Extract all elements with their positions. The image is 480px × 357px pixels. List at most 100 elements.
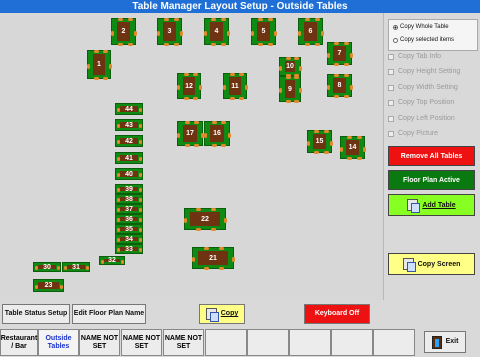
table-23[interactable]: 23: [33, 279, 64, 292]
table-44[interactable]: 44: [115, 103, 143, 115]
table-31[interactable]: 31: [62, 262, 90, 272]
chair-icon: [298, 31, 301, 36]
chair-icon: [228, 133, 231, 138]
window-title: Table Manager Layout Setup - Outside Tab…: [0, 0, 480, 13]
copy-button[interactable]: Copy: [199, 304, 245, 324]
chair-icon: [230, 97, 235, 100]
table-status-setup-button[interactable]: Table Status Setup: [2, 304, 70, 324]
floor-plan-active-button[interactable]: Floor Plan Active: [388, 170, 475, 190]
add-table-button[interactable]: Add Table: [388, 194, 475, 216]
table-37[interactable]: 37: [115, 204, 143, 214]
checkbox-icon: [388, 84, 394, 91]
tab-name-not-set-3[interactable]: NAME NOT SET: [163, 329, 204, 356]
chair-icon: [139, 248, 142, 252]
chair-icon: [232, 257, 235, 262]
remove-all-tables-button[interactable]: Remove All Tables: [388, 146, 475, 166]
copy-width-setting-checkbox[interactable]: Copy Width Setting: [388, 84, 458, 91]
tab-restaurant-bar[interactable]: Restaurant / Bar: [0, 329, 38, 356]
chair-icon: [357, 157, 362, 160]
tab-empty-3[interactable]: [289, 329, 331, 356]
table-17[interactable]: 17: [177, 121, 204, 147]
chair-icon: [128, 43, 133, 46]
table-number-label: 16: [210, 125, 224, 142]
chair-icon: [350, 85, 353, 90]
table-5[interactable]: 5: [251, 18, 277, 46]
chair-icon: [221, 144, 226, 147]
table-16[interactable]: 16: [204, 121, 231, 147]
copy-height-setting-checkbox[interactable]: Copy Height Setting: [388, 68, 460, 75]
table-15[interactable]: 15: [307, 130, 333, 154]
table-30[interactable]: 30: [33, 262, 61, 272]
chair-icon: [315, 43, 320, 46]
table-32[interactable]: 32: [99, 256, 125, 265]
copy-left-position-checkbox[interactable]: Copy Left Position: [388, 115, 455, 122]
table-36[interactable]: 36: [115, 214, 143, 224]
copy-screen-icon: [402, 258, 416, 272]
chair-icon: [219, 267, 224, 270]
tab-outside-tables[interactable]: Outside Tables: [38, 329, 79, 356]
chair-icon: [268, 18, 273, 21]
chair-icon: [174, 43, 179, 46]
chair-icon: [357, 136, 362, 139]
table-6[interactable]: 6: [298, 18, 324, 46]
table-35[interactable]: 35: [115, 224, 143, 234]
chair-icon: [286, 100, 291, 103]
table-8[interactable]: 8: [327, 74, 353, 98]
chair-icon: [258, 43, 263, 46]
exit-button[interactable]: Exit: [424, 331, 466, 353]
table-11[interactable]: 11: [223, 73, 248, 100]
table-3[interactable]: 3: [157, 18, 183, 46]
table-39[interactable]: 39: [115, 184, 143, 194]
chair-icon: [330, 141, 333, 146]
table-43[interactable]: 43: [115, 119, 143, 131]
tab-empty-4[interactable]: [331, 329, 373, 356]
tab-empty-5[interactable]: [373, 329, 415, 356]
table-12[interactable]: 12: [177, 73, 202, 100]
table-4[interactable]: 4: [204, 18, 230, 46]
table-21[interactable]: 21: [192, 247, 235, 270]
chair-icon: [157, 31, 160, 36]
table-9[interactable]: 9: [279, 76, 302, 103]
table-38[interactable]: 38: [115, 194, 143, 204]
edit-floor-plan-name-button[interactable]: Edit Floor Plan Name: [72, 304, 146, 324]
table-42[interactable]: 42: [115, 135, 143, 147]
copy-top-position-checkbox[interactable]: Copy Top Position: [388, 99, 454, 106]
table-10[interactable]: 10: [279, 57, 302, 77]
table-40[interactable]: 40: [115, 168, 143, 180]
chair-icon: [286, 57, 291, 60]
copy-whole-table-radio[interactable]: Copy Whole Table: [393, 24, 449, 30]
chair-icon: [299, 66, 302, 71]
copy-selected-items-radio[interactable]: Copy selected items: [393, 37, 454, 43]
chair-icon: [194, 121, 199, 124]
table-34[interactable]: 34: [115, 234, 143, 244]
tab-empty-2[interactable]: [247, 329, 289, 356]
table-1[interactable]: 1: [87, 50, 112, 80]
chair-icon: [230, 73, 235, 76]
table-41[interactable]: 41: [115, 152, 143, 164]
radio-unselected-icon: [393, 37, 398, 43]
table-14[interactable]: 14: [340, 136, 366, 160]
table-2[interactable]: 2: [111, 18, 137, 46]
chair-icon: [334, 42, 339, 45]
floor-plan-area[interactable]: 1 2 3 4 5 6 7 8 9 10 11 12 14 15 16 17 21 22 23 30 31 32 33 34 3…: [0, 13, 383, 300]
table-number-label: 7: [333, 46, 346, 61]
table-number-label: 14: [346, 140, 359, 155]
copy-tab-info-checkbox[interactable]: Copy Tab Info: [388, 53, 441, 60]
keyboard-off-button[interactable]: Keyboard Off: [304, 304, 370, 324]
table-number-label: 2: [117, 22, 130, 41]
checkbox-icon: [388, 115, 394, 122]
tab-empty-1[interactable]: [205, 329, 247, 356]
copy-picture-checkbox[interactable]: Copy Picture: [388, 130, 438, 137]
tab-name-not-set-2[interactable]: NAME NOT SET: [121, 329, 162, 356]
chair-icon: [221, 18, 226, 21]
table-number-label: 33: [120, 246, 138, 253]
table-7[interactable]: 7: [327, 42, 353, 66]
table-33[interactable]: 33: [115, 244, 143, 254]
chair-icon: [196, 208, 201, 211]
chair-icon: [344, 95, 349, 98]
table-22[interactable]: 22: [184, 208, 227, 231]
tab-name-not-set-1[interactable]: NAME NOT SET: [79, 329, 120, 356]
chair-icon: [239, 97, 244, 100]
chair-icon: [251, 31, 254, 36]
copy-screen-button[interactable]: Copy Screen: [388, 253, 475, 275]
